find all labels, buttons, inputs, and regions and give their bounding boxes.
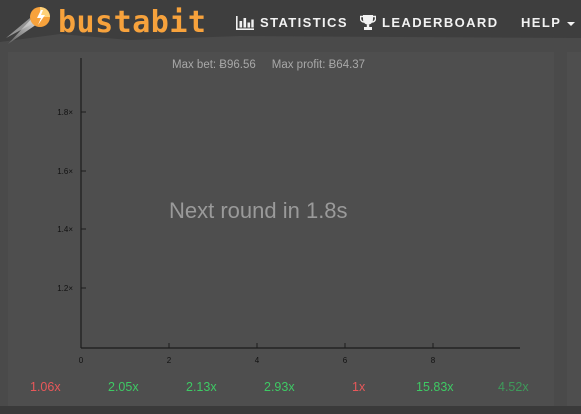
round-countdown: Next round in 1.8s <box>169 198 348 223</box>
y-tick-label: 1.8× <box>57 108 73 117</box>
y-tick-label: 1.2× <box>57 284 73 293</box>
history-item[interactable]: 1x <box>352 380 365 394</box>
x-tick-label: 4 <box>255 356 260 365</box>
history-item[interactable]: 2.13x <box>186 380 217 394</box>
x-tick-label: 6 <box>343 356 348 365</box>
y-tick-label: 1.6× <box>57 167 73 176</box>
history-item[interactable]: 15.83x <box>416 380 454 394</box>
x-tick-label: 2 <box>167 356 172 365</box>
history-item[interactable]: 2.05x <box>108 380 139 394</box>
x-tick-label: 8 <box>431 356 436 365</box>
x-tick-label: 0 <box>79 356 84 365</box>
history-item[interactable]: 1.06x <box>30 380 61 394</box>
history-item[interactable]: 4.52x <box>498 380 529 394</box>
history-item[interactable]: 2.93x <box>264 380 295 394</box>
y-tick-label: 1.4× <box>57 225 73 234</box>
